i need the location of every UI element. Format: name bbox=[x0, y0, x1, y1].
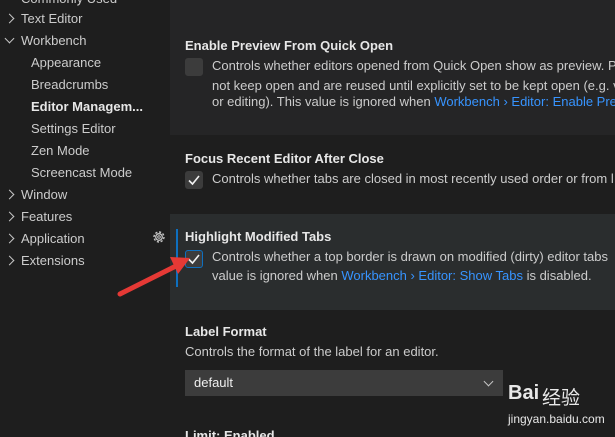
toc-item-label: Settings Editor bbox=[31, 121, 116, 136]
chevron-down-icon bbox=[4, 33, 15, 44]
toc-item-label: Zen Mode bbox=[31, 143, 90, 158]
toc-item-label: Extensions bbox=[21, 253, 85, 268]
check-icon bbox=[188, 175, 200, 186]
setting-description: or editing). This value is ignored when … bbox=[212, 92, 615, 112]
baidu-logo: Bai bbox=[508, 382, 540, 404]
toc-item-label: Window bbox=[21, 187, 68, 202]
chevron-right-icon bbox=[4, 233, 15, 244]
settings-toc-sidebar: Commonly Used Text Editor Workbench Appe… bbox=[0, 0, 170, 437]
chevron-right-icon bbox=[4, 189, 15, 200]
toc-item-label: Application bbox=[21, 231, 85, 246]
focus-recent-checkbox[interactable] bbox=[185, 171, 203, 189]
toc-item-label: Workbench bbox=[21, 33, 87, 48]
setting-description: Controls the format of the label for an … bbox=[185, 344, 439, 359]
setting-title: Focus Recent Editor After Close bbox=[185, 151, 384, 166]
annotation-arrow-icon bbox=[117, 257, 190, 297]
toc-item-label: Breadcrumbs bbox=[31, 77, 109, 92]
toc-item-label: Screencast Mode bbox=[31, 165, 133, 180]
setting-description-text: or editing). This value is ignored when bbox=[212, 94, 435, 109]
settings-list: Enable Preview From Quick Open Controls … bbox=[170, 0, 615, 437]
setting-description-text: is disabled. bbox=[522, 268, 592, 283]
toc-item-label: Appearance bbox=[31, 55, 102, 70]
setting-title: Limit: Enabled bbox=[185, 428, 275, 437]
chevron-down-icon bbox=[483, 376, 494, 387]
toc-item-label: Editor Managem... bbox=[31, 99, 143, 114]
setting-title: Label Format bbox=[185, 324, 267, 339]
setting-link[interactable]: Workbench › Editor: Show Tabs bbox=[341, 268, 523, 283]
setting-description: Controls whether tabs are closed in most… bbox=[212, 171, 614, 186]
toc-item-label: Text Editor bbox=[21, 11, 83, 26]
label-format-select[interactable]: default bbox=[185, 370, 503, 396]
chevron-right-icon bbox=[4, 211, 15, 222]
setting-description: Controls whether a top border is drawn o… bbox=[212, 249, 608, 264]
setting-description-text: value is ignored when bbox=[212, 268, 342, 283]
preview-quick-open-checkbox[interactable] bbox=[185, 58, 203, 76]
chevron-right-icon bbox=[4, 13, 15, 24]
setting-description: Controls whether editors opened from Qui… bbox=[212, 58, 615, 73]
baidu-jingyan-watermark: Bai 经验 jingyan.baidu.com bbox=[500, 380, 615, 437]
select-value: default bbox=[194, 375, 234, 390]
toc-item-label: Features bbox=[21, 209, 73, 224]
chevron-right-icon bbox=[4, 255, 15, 266]
watermark-url: jingyan.baidu.com bbox=[508, 412, 605, 426]
watermark-text: 经验 bbox=[542, 388, 581, 409]
setting-description: value is ignored when Workbench › Editor… bbox=[212, 266, 592, 286]
setting-link[interactable]: Workbench › Editor: Enable Previ bbox=[434, 94, 615, 109]
setting-title: Enable Preview From Quick Open bbox=[185, 38, 394, 53]
